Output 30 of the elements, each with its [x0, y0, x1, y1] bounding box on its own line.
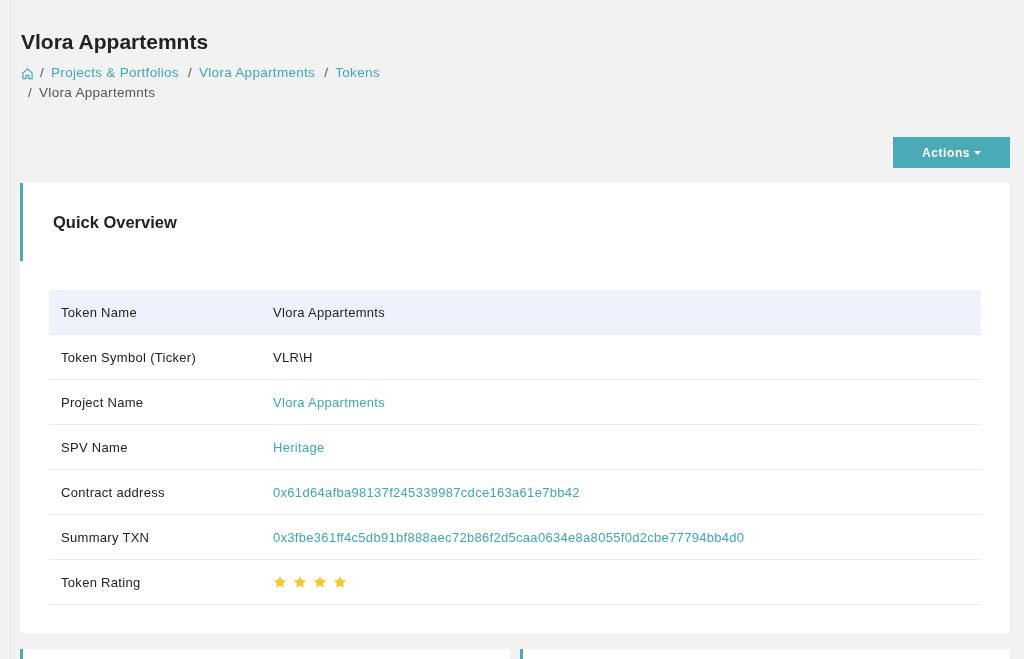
star-icon [273, 575, 287, 589]
field-value: VLR\H [273, 349, 313, 365]
field-link[interactable]: Vlora Appartments [273, 394, 386, 410]
actions-button[interactable]: Actions [893, 137, 1010, 168]
field-label: Token Symbol (Ticker) [60, 349, 198, 365]
breadcrumb-current: Vlora Appartemnts [39, 84, 156, 102]
star-icon [333, 575, 347, 589]
field-label: SPV Name [60, 439, 129, 455]
home-icon[interactable] [21, 66, 34, 80]
breadcrumb-link[interactable]: Projects & Portfolios [51, 63, 179, 83]
breadcrumb-separator: / [40, 64, 45, 82]
breadcrumb-link[interactable]: Tokens [335, 63, 380, 83]
field-label: Project Name [60, 394, 145, 410]
field-label: Token Rating [60, 574, 142, 590]
field-link[interactable]: Heritage [273, 439, 325, 455]
card-title: Quick Overview [53, 212, 177, 232]
caret-icon [974, 150, 982, 155]
field-label: Token Name [60, 304, 138, 320]
page-title: Vlora Appartemnts [21, 30, 210, 54]
star-icon [293, 575, 307, 589]
breadcrumb-separator: / [28, 84, 33, 102]
breadcrumb-separator: / [324, 64, 329, 82]
field-label: Summary TXN [60, 529, 151, 545]
field-label: Contract address [60, 484, 166, 500]
breadcrumb-link[interactable]: Vlora Appartments [199, 63, 316, 83]
field-link[interactable]: 0x61d64afba98137f245339987cdce163a61e7bb42 [273, 484, 580, 500]
field-link[interactable]: 0x3fbe361ff4c5db91bf888aec72b86f2d5caa0634e8a8055f0d2cbe77794bb4d0 [273, 529, 745, 545]
field-value: Vlora Appartemnts [273, 304, 386, 320]
star-icon [313, 575, 327, 589]
breadcrumb-separator: / [187, 64, 192, 82]
